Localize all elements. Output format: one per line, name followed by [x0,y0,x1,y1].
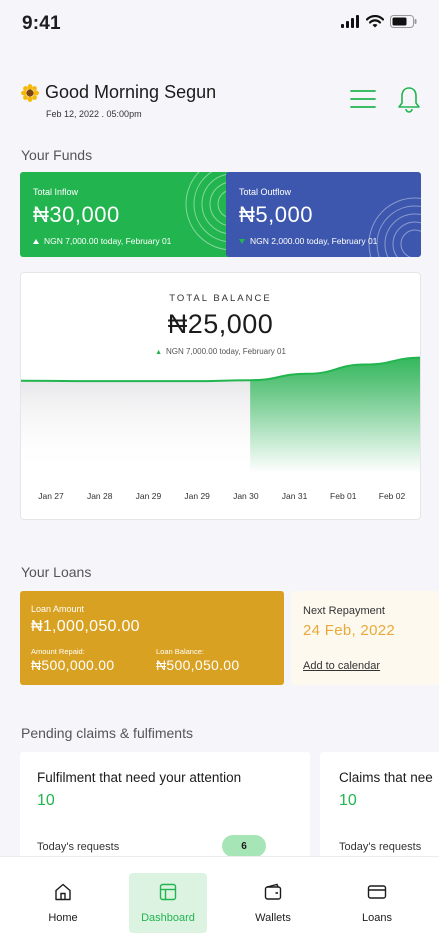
x-tick-label: Jan 29 [184,491,210,501]
greeting-date: Feb 12, 2022 . 05:00pm [46,109,142,119]
balance-chart [21,356,420,473]
total-balance-card: TOTAL BALANCE ₦25,000 ▲ NGN 7,000.00 toda… [20,272,421,520]
claims-title: Claims that nee [339,770,433,785]
total-outflow-card[interactable]: Total Outflow ₦5,000 NGN 2,000.00 today,… [226,172,421,257]
fulfilment-title: Fulfilment that need your attention [37,770,242,785]
status-icons [341,15,417,28]
greeting-title: Good Morning Segun [45,82,217,102]
next-repayment-card: Next Repayment 24 Feb, 2022 Add to calen… [291,591,439,685]
arrow-up-icon [33,238,39,244]
total-inflow-card[interactable]: Total Inflow ₦30,000 NGN 7,000.00 today,… [20,172,242,257]
bottom-nav: Home Dashboard Wallets Loans [0,856,439,950]
x-tick-label: Jan 31 [281,491,308,501]
outflow-note: NGN 2,000.00 today, February 01 [239,236,377,246]
card-icon [367,885,387,899]
loan-amount-label: Loan Amount [31,604,85,614]
next-repayment-label: Next Repayment [303,605,385,617]
add-to-calendar-link[interactable]: Add to calendar [303,660,380,672]
bell-icon[interactable] [397,86,421,114]
x-tick-label: Jan 27 [38,491,64,501]
loan-amount: ₦1,000,050.00 [31,618,140,635]
claims-card[interactable]: Claims that nee 10 Today's requests [320,752,439,872]
battery-icon [390,15,417,28]
fulfilment-count: 10 [37,792,55,809]
loan-summary-card[interactable]: Loan Amount ₦1,000,050.00 Amount Repaid:… [20,591,284,685]
x-tick-label: Jan 28 [86,491,113,501]
x-tick-label: Feb 02 [378,491,406,501]
dashboard-icon [159,883,177,901]
balance-label: TOTAL BALANCE [169,293,272,304]
nav-dashboard[interactable]: Dashboard [129,873,207,933]
inflow-note-text: NGN 7,000.00 today, February 01 [44,236,172,246]
x-tick-label: Feb 01 [330,491,357,501]
loan-balance: ₦500,050.00 [156,657,240,673]
loan-balance-label: Loan Balance: [156,647,204,656]
nav-loans-label: Loans [362,912,392,924]
status-bar: 9:41 [0,0,439,46]
todays-requests-label: Today's requests [37,841,120,853]
amount-repaid: ₦500,000.00 [31,657,115,673]
todays-requests-label: Today's requests [339,841,422,853]
requests-badge: 6 [222,835,266,857]
loans-title: Your Loans [21,564,92,580]
funds-title: Your Funds [21,147,93,163]
hamburger-menu-icon[interactable] [350,88,376,110]
nav-wallets[interactable]: Wallets [242,873,304,933]
outflow-amount: ₦5,000 [239,202,313,227]
claims-count: 10 [339,792,357,809]
wallet-icon [264,883,282,900]
wifi-icon [366,15,384,28]
x-tick-label: Jan 29 [135,491,162,501]
x-tick-label: Jan 30 [233,491,259,501]
next-repayment-date: 24 Feb, 2022 [303,622,396,639]
outflow-label: Total Outflow [239,187,292,197]
nav-home[interactable]: Home [32,873,94,933]
nav-dashboard-label: Dashboard [141,912,195,924]
inflow-label: Total Inflow [33,187,79,197]
arrow-down-icon [239,238,245,244]
outflow-note-text: NGN 2,000.00 today, February 01 [250,236,378,246]
pending-title: Pending claims & fulfiments [21,725,193,741]
nav-wallets-label: Wallets [255,912,291,924]
inflow-note: NGN 7,000.00 today, February 01 [33,236,171,246]
sunflower-icon [21,83,39,102]
inflow-amount: ₦30,000 [33,202,120,227]
amount-repaid-label: Amount Repaid: [31,647,85,656]
status-time: 9:41 [22,13,61,34]
home-icon [55,883,71,901]
nav-home-label: Home [48,912,78,924]
greeting: Good Morning Segun Feb 12, 2022 . 05:00p… [21,82,216,119]
fulfilment-card[interactable]: Fulfilment that need your attention 10 T… [20,752,310,872]
nav-loans[interactable]: Loans [346,873,408,933]
signal-icon [341,15,359,28]
